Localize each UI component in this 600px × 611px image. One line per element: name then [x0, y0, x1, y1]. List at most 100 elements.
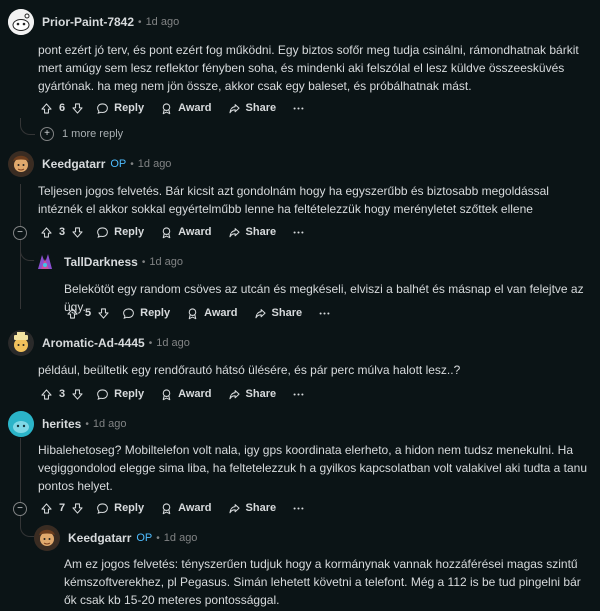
share-button[interactable]: Share: [246, 304, 311, 323]
arrow-up-icon[interactable]: [40, 102, 53, 115]
vote-count: 3: [59, 388, 66, 400]
comment-bubble-icon: [96, 102, 109, 115]
comment-header: Prior-Paint-7842 • 1d ago: [8, 9, 180, 35]
comment-body: például, beültetik egy rendőrautó hátsó …: [38, 363, 461, 377]
collapse-minus-icon[interactable]: −: [13, 226, 27, 240]
comment-bubble-icon: [122, 307, 135, 320]
comment-header: herites • 1d ago: [8, 411, 127, 437]
username[interactable]: herites: [42, 417, 81, 431]
share-label: Share: [245, 102, 277, 114]
award-button[interactable]: Award: [152, 223, 219, 242]
share-button[interactable]: Share: [220, 499, 285, 518]
arrow-up-icon[interactable]: [40, 502, 53, 515]
more-options-button[interactable]: [310, 304, 339, 323]
arrow-up-icon[interactable]: [40, 388, 53, 401]
more-replies-label: 1 more reply: [62, 128, 124, 140]
vote-control: 7: [36, 499, 88, 518]
arrow-down-icon[interactable]: [71, 502, 84, 515]
arrow-down-icon[interactable]: [97, 307, 110, 320]
share-button[interactable]: Share: [220, 223, 285, 242]
more-replies-link[interactable]: + 1 more reply: [40, 127, 123, 141]
award-ribbon-icon: [160, 102, 173, 115]
more-horizontal-icon: [292, 502, 305, 515]
timestamp[interactable]: 1d ago: [156, 337, 190, 349]
comment-header: Aromatic-Ad-4445 • 1d ago: [8, 330, 190, 356]
reply-button[interactable]: Reply: [88, 223, 152, 242]
avatar[interactable]: [8, 411, 34, 437]
award-button[interactable]: Award: [178, 304, 245, 323]
timestamp[interactable]: 1d ago: [138, 158, 172, 170]
reply-button[interactable]: Reply: [88, 385, 152, 404]
share-label: Share: [271, 307, 303, 319]
vote-control: 5: [62, 304, 114, 323]
reply-label: Reply: [140, 307, 171, 319]
timestamp[interactable]: 1d ago: [149, 256, 183, 268]
comment-bubble-icon: [96, 226, 109, 239]
share-arrow-icon: [254, 307, 267, 320]
comment-actions: 3 Reply Award Share: [36, 221, 313, 243]
separator-dot: •: [138, 16, 142, 28]
timestamp[interactable]: 1d ago: [164, 532, 198, 544]
arrow-down-icon[interactable]: [71, 388, 84, 401]
more-horizontal-icon: [292, 102, 305, 115]
vote-control: 6: [36, 99, 88, 118]
share-label: Share: [245, 226, 277, 238]
share-button[interactable]: Share: [220, 99, 285, 118]
more-options-button[interactable]: [284, 99, 313, 118]
thread-branch: [20, 238, 35, 261]
share-arrow-icon: [228, 388, 241, 401]
vote-count: 6: [59, 102, 66, 114]
award-ribbon-icon: [160, 226, 173, 239]
comment-header: Keedgatarr OP • 1d ago: [34, 525, 198, 551]
arrow-down-icon[interactable]: [71, 102, 84, 115]
comment-actions: 5 Reply Award Share: [62, 302, 339, 324]
timestamp[interactable]: 1d ago: [93, 418, 127, 430]
avatar[interactable]: [8, 330, 34, 356]
award-button[interactable]: Award: [152, 99, 219, 118]
vote-count: 7: [59, 502, 66, 514]
reply-button[interactable]: Reply: [114, 304, 178, 323]
share-arrow-icon: [228, 226, 241, 239]
comment-header: TallDarkness • 1d ago: [34, 251, 183, 273]
vote-control: 3: [36, 385, 88, 404]
avatar[interactable]: [8, 9, 34, 35]
reply-label: Reply: [114, 388, 145, 400]
share-label: Share: [245, 502, 277, 514]
reply-label: Reply: [114, 502, 145, 514]
award-ribbon-icon: [160, 388, 173, 401]
separator-dot: •: [130, 158, 134, 170]
more-options-button[interactable]: [284, 499, 313, 518]
arrow-up-icon[interactable]: [40, 226, 53, 239]
username[interactable]: Keedgatarr: [68, 531, 131, 545]
comment-actions: 7 Reply Award Share: [36, 497, 313, 519]
timestamp[interactable]: 1d ago: [146, 16, 180, 28]
separator-dot: •: [148, 337, 153, 349]
more-horizontal-icon: [292, 226, 305, 239]
share-button[interactable]: Share: [220, 385, 285, 404]
username[interactable]: Aromatic-Ad-4445: [42, 336, 145, 350]
more-options-button[interactable]: [284, 385, 313, 404]
separator-dot: •: [141, 256, 146, 268]
username[interactable]: Keedgatarr: [42, 157, 105, 171]
comment-body: Hibalehetoseg? Mobiltelefon volt nala, i…: [38, 443, 588, 493]
award-button[interactable]: Award: [152, 499, 219, 518]
more-options-button[interactable]: [284, 223, 313, 242]
op-badge: OP: [110, 158, 127, 170]
award-button[interactable]: Award: [152, 385, 219, 404]
reply-label: Reply: [114, 226, 145, 238]
comment-actions: 6 Reply Award Share: [36, 97, 313, 119]
more-horizontal-icon: [292, 388, 305, 401]
username[interactable]: Prior-Paint-7842: [42, 15, 134, 29]
reply-button[interactable]: Reply: [88, 499, 152, 518]
avatar[interactable]: [34, 251, 56, 273]
reply-button[interactable]: Reply: [88, 99, 152, 118]
vote-count: 3: [59, 226, 66, 238]
username[interactable]: TallDarkness: [64, 255, 138, 269]
avatar[interactable]: [8, 151, 34, 177]
avatar[interactable]: [34, 525, 60, 551]
arrow-down-icon[interactable]: [71, 226, 84, 239]
collapse-minus-icon[interactable]: −: [13, 502, 27, 516]
comment-body: pont ezért jó terv, és pont ezért fog mű…: [38, 43, 579, 93]
arrow-up-icon[interactable]: [66, 307, 79, 320]
separator-dot: •: [85, 418, 89, 430]
